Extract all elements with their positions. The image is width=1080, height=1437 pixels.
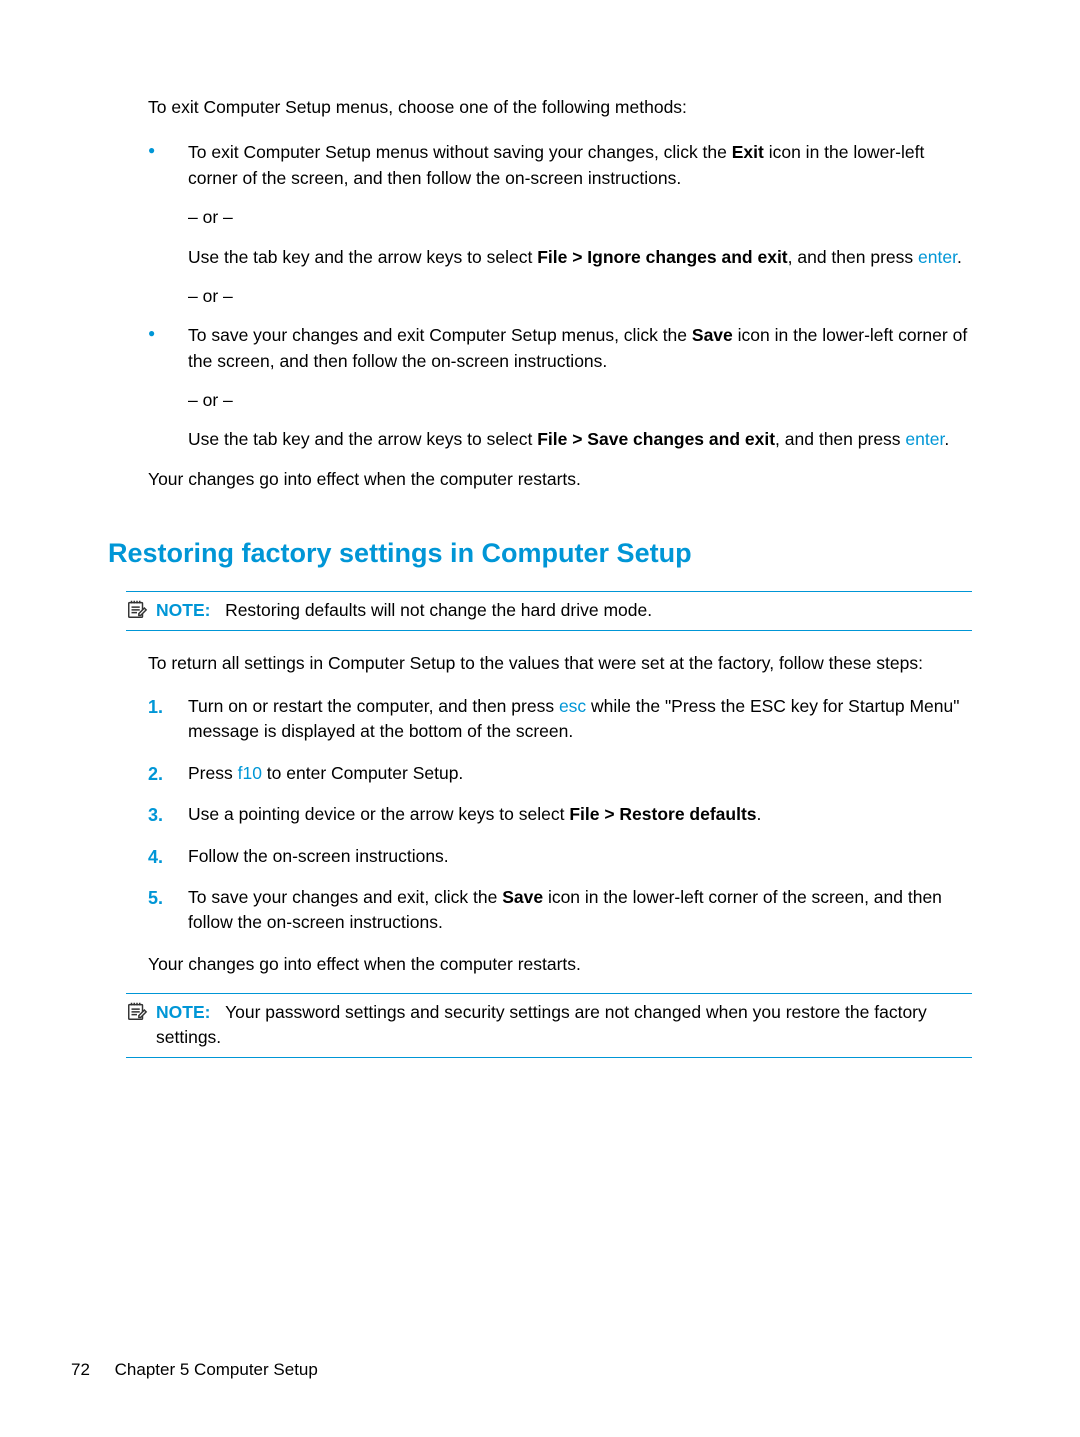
section-heading-restoring: Restoring factory settings in Computer S… [108,534,972,573]
step-5: To save your changes and exit, click the… [148,885,972,936]
exit-methods-list: To exit Computer Setup menus without sav… [148,140,972,452]
key-name: enter [905,429,944,449]
step-1: Turn on or restart the computer, and the… [148,694,972,745]
chapter-label: Chapter 5 Computer Setup [115,1360,318,1379]
text-fragment: Use the tab key and the arrow keys to se… [188,247,537,267]
alt-instruction: Use the tab key and the arrow keys to se… [188,427,972,452]
text-fragment: Press [188,763,238,783]
note-label: NOTE: [156,1002,210,1022]
page-footer: 72 Chapter 5 Computer Setup [71,1358,318,1383]
note-label: NOTE: [156,600,210,620]
note-icon [126,1000,148,1022]
text-fragment: Turn on or restart the computer, and the… [188,696,559,716]
text-fragment: Use the tab key and the arrow keys to se… [188,429,537,449]
bullet-save-and-exit: To save your changes and exit Computer S… [148,323,972,453]
text-fragment: . [957,247,962,267]
bold-text: File > Restore defaults [569,804,756,824]
or-separator: – or – [188,205,972,230]
step-3: Use a pointing device or the arrow keys … [148,802,972,827]
bold-text: Save [692,325,733,345]
page-number: 72 [71,1360,90,1379]
bullet-text: To save your changes and exit Computer S… [188,325,967,370]
note-box-defaults: NOTE: Restoring defaults will not change… [126,591,972,630]
text-fragment: to enter Computer Setup. [262,763,463,783]
steps-intro: To return all settings in Computer Setup… [148,651,972,676]
note-text: Restoring defaults will not change the h… [225,600,652,620]
bold-text: Exit [732,142,764,162]
bold-text: File > Save changes and exit [537,429,775,449]
or-separator: – or – [188,284,972,309]
key-name: esc [559,696,586,716]
text-fragment: . [944,429,949,449]
text-fragment: , and then press [788,247,918,267]
alt-instruction: Use the tab key and the arrow keys to se… [188,245,972,270]
restore-steps-list: Turn on or restart the computer, and the… [148,694,972,936]
bullet-exit-without-save: To exit Computer Setup menus without sav… [148,140,972,309]
bold-text: File > Ignore changes and exit [537,247,787,267]
text-fragment: To save your changes and exit, click the [188,887,502,907]
bold-text: Save [502,887,543,907]
note-body: NOTE: Your password settings and securit… [156,1000,972,1051]
or-separator: – or – [188,388,972,413]
page-content: To exit Computer Setup menus, choose one… [0,0,1080,1138]
key-name: f10 [238,763,262,783]
step-2: Press f10 to enter Computer Setup. [148,761,972,786]
text-fragment: Use a pointing device or the arrow keys … [188,804,569,824]
text-fragment: To exit Computer Setup menus without sav… [188,142,732,162]
text-fragment: To save your changes and exit Computer S… [188,325,692,345]
note-box-security: NOTE: Your password settings and securit… [126,993,972,1058]
text-fragment: Follow the on-screen instructions. [188,846,449,866]
note-body: NOTE: Restoring defaults will not change… [156,598,972,623]
text-fragment: , and then press [775,429,905,449]
restart-effect-text: Your changes go into effect when the com… [148,467,972,492]
note-text: Your password settings and security sett… [156,1002,927,1047]
restart-effect-text-2: Your changes go into effect when the com… [148,952,972,977]
key-name: enter [918,247,957,267]
note-icon [126,598,148,620]
intro-paragraph: To exit Computer Setup menus, choose one… [148,95,972,120]
bullet-text: To exit Computer Setup menus without sav… [188,142,924,187]
step-4: Follow the on-screen instructions. [148,844,972,869]
text-fragment: . [757,804,762,824]
